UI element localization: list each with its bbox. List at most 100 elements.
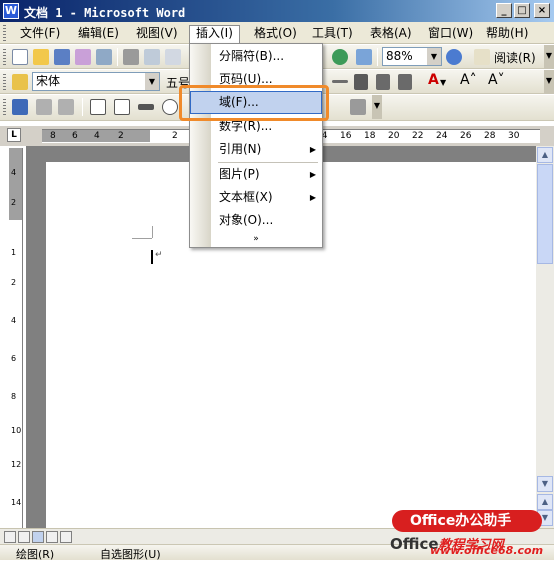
ruler-number: 20: [388, 131, 400, 141]
previous-page-icon[interactable]: ▲: [537, 494, 553, 510]
zoom-combo[interactable]: 88% ▼: [382, 47, 442, 66]
margin-mark: [152, 226, 153, 238]
margin-mark: [132, 238, 152, 239]
comment-icon[interactable]: [58, 99, 74, 115]
insert-break-item[interactable]: 分隔符(B)...: [190, 45, 322, 68]
menu-help[interactable]: 帮助(H): [480, 25, 534, 43]
font-color-icon[interactable]: A: [428, 72, 439, 88]
read-mode-icon[interactable]: [474, 49, 490, 65]
menu-view[interactable]: 视图(V): [130, 25, 184, 43]
toolbar-separator: [82, 98, 83, 116]
ruler-number: 6: [11, 354, 17, 363]
table-icon[interactable]: [356, 49, 372, 65]
ruler-number: 12: [11, 460, 22, 469]
print-icon[interactable]: [123, 49, 139, 65]
grid-icon[interactable]: [36, 99, 52, 115]
menu-table[interactable]: 表格(A): [364, 25, 418, 43]
toolbar-grip[interactable]: [3, 74, 6, 90]
scroll-down-icon[interactable]: ▼: [537, 476, 553, 492]
line-spacing-icon[interactable]: [354, 74, 368, 90]
tab-selector-icon[interactable]: L: [7, 128, 21, 142]
form-options-icon[interactable]: [350, 99, 366, 115]
restore-button[interactable]: □: [514, 3, 530, 18]
justify-icon[interactable]: [332, 80, 348, 83]
permission-icon[interactable]: [75, 49, 91, 65]
font-name-combo[interactable]: 宋体 ▼: [32, 72, 160, 91]
checkbox-field-icon[interactable]: [90, 99, 106, 115]
edit-icon[interactable]: [12, 99, 28, 115]
ruler-number: 8: [11, 392, 17, 401]
toolbar-grip[interactable]: [3, 99, 6, 115]
title-bar: W 文档 1 - Microsoft Word _ □ ×: [0, 0, 554, 22]
hyperlink-icon[interactable]: [332, 49, 348, 65]
save-icon[interactable]: [54, 49, 70, 65]
ruler-number: 2: [11, 278, 17, 287]
menu-file[interactable]: 文件(F): [14, 25, 66, 43]
menu-edit[interactable]: 编辑(E): [72, 25, 125, 43]
ruler-number: 6: [72, 131, 78, 141]
spelling-icon[interactable]: [165, 49, 181, 65]
shrink-font-icon[interactable]: A˅: [488, 72, 505, 88]
ruler-number: 2: [172, 131, 178, 141]
reading-view-icon[interactable]: [60, 531, 72, 543]
ruler-number: 30: [508, 131, 520, 141]
menu-tools[interactable]: 工具(T): [306, 25, 359, 43]
web-view-icon[interactable]: [18, 531, 30, 543]
menu-window[interactable]: 窗口(W): [422, 25, 479, 43]
menu-insert[interactable]: 插入(I): [189, 25, 240, 43]
open-folder-icon[interactable]: [33, 49, 49, 65]
dropdown-field-icon[interactable]: [138, 104, 154, 110]
close-button[interactable]: ×: [534, 3, 550, 18]
radio-field-icon[interactable]: [162, 99, 178, 115]
grow-font-icon[interactable]: A˄: [460, 72, 477, 88]
ruler-number: 2: [11, 198, 17, 207]
insert-textbox-item[interactable]: 文本框(X) ▶: [190, 186, 322, 209]
menu-item-label: 图片(P): [219, 167, 260, 181]
chevron-down-icon[interactable]: ▼: [145, 73, 159, 90]
toolbar-options-icon[interactable]: ▼: [544, 45, 554, 69]
menu-format[interactable]: 格式(O): [248, 25, 303, 43]
ruler-number: 22: [412, 131, 424, 141]
word-app-icon[interactable]: W: [3, 3, 19, 19]
bullets-icon[interactable]: [398, 74, 412, 90]
toolbar-separator: [377, 48, 378, 66]
chevron-down-icon[interactable]: ▼: [427, 48, 441, 65]
menu-item-label: 对象(O)...: [219, 213, 274, 227]
toolbar-grip[interactable]: [3, 49, 6, 65]
vertical-scrollbar[interactable]: ▲ ▼ ▲ ▼: [536, 146, 554, 528]
menubar-grip[interactable]: [3, 25, 6, 41]
print-preview-icon[interactable]: [144, 49, 160, 65]
ruler-number: 18: [364, 131, 376, 141]
insert-picture-item[interactable]: 图片(P) ▶: [190, 163, 322, 186]
ruler-number: 26: [460, 131, 472, 141]
text-field-icon[interactable]: [114, 99, 130, 115]
new-document-icon[interactable]: [12, 49, 28, 65]
read-mode-button[interactable]: 阅读(R): [494, 49, 536, 66]
toolbar-options-icon[interactable]: ▼: [544, 70, 554, 94]
toolbar-options-icon[interactable]: ▼: [372, 95, 382, 119]
normal-view-icon[interactable]: [4, 531, 16, 543]
email-icon[interactable]: [96, 49, 112, 65]
help-icon[interactable]: [446, 49, 462, 65]
ruler-number: 4: [94, 131, 100, 141]
submenu-arrow-icon: ▶: [309, 193, 316, 202]
watermark-url: www.office68.com: [430, 544, 544, 557]
ruler-number: 4: [11, 316, 17, 325]
scroll-thumb[interactable]: [537, 164, 553, 264]
insert-object-item[interactable]: 对象(O)...: [190, 209, 322, 232]
text-cursor: [151, 250, 153, 264]
numbering-icon[interactable]: [376, 74, 390, 90]
toolbar-separator: [117, 48, 118, 66]
ruler-number: 10: [11, 426, 22, 435]
submenu-arrow-icon: ▶: [309, 170, 316, 179]
expand-menu-icon[interactable]: »: [190, 231, 322, 247]
minimize-button[interactable]: _: [496, 3, 512, 18]
outline-view-icon[interactable]: [46, 531, 58, 543]
styles-icon[interactable]: [12, 74, 28, 90]
vertical-ruler[interactable]: 4 2 1 2 4 6 8 10 12 14: [9, 148, 23, 528]
scroll-up-icon[interactable]: ▲: [537, 147, 553, 163]
watermark-badge: Office办公助手: [392, 510, 542, 532]
print-view-icon[interactable]: [32, 531, 44, 543]
chevron-down-icon[interactable]: ▼: [440, 78, 446, 87]
insert-reference-item[interactable]: 引用(N) ▶: [190, 138, 322, 161]
